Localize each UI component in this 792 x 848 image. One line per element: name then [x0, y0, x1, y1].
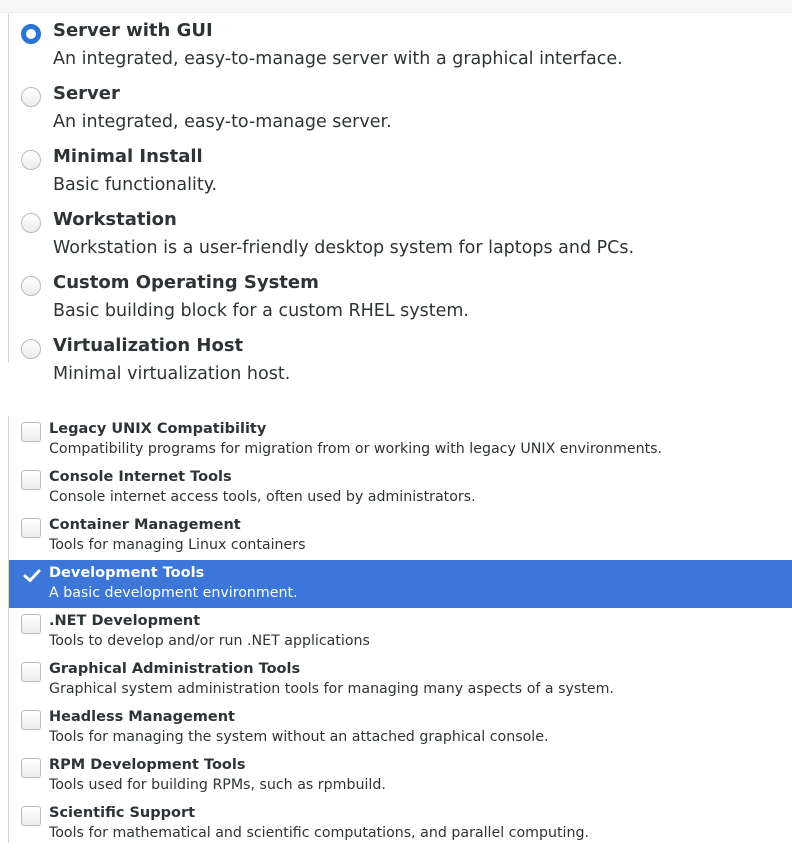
addon-description: Tools for managing Linux containers: [49, 537, 306, 553]
base-environment-list: Server with GUI An integrated, easy-to-m…: [8, 14, 779, 384]
env-title: Server: [53, 83, 120, 104]
addon-title: Console Internet Tools: [49, 469, 232, 485]
checkbox[interactable]: [21, 518, 41, 538]
addon-description: Tools for managing the system without an…: [49, 729, 549, 745]
addon-title: .NET Development: [49, 613, 201, 629]
env-title: Custom Operating System: [53, 272, 319, 293]
addon-description: Graphical system administration tools fo…: [49, 681, 614, 697]
radio-button-selected[interactable]: [21, 24, 41, 44]
checkmark-icon: [23, 569, 41, 582]
additional-software-list: Legacy UNIX Compatibility Compatibility …: [8, 416, 792, 843]
addon-description: Console internet access tools, often use…: [49, 489, 476, 505]
addon-dotnet-development[interactable]: .NET Development Tools to develop and/or…: [9, 608, 792, 656]
addon-title: Development Tools: [49, 565, 205, 581]
checkbox[interactable]: [21, 758, 41, 778]
radio-button[interactable]: [21, 213, 41, 233]
env-title: Minimal Install: [53, 146, 203, 167]
addon-title: Legacy UNIX Compatibility: [49, 421, 267, 437]
env-description: An integrated, easy-to-manage server wit…: [53, 49, 623, 69]
env-description: Basic building block for a custom RHEL s…: [53, 301, 469, 321]
addon-legacy-unix-compatibility[interactable]: Legacy UNIX Compatibility Compatibility …: [9, 416, 792, 464]
addon-title: Headless Management: [49, 709, 235, 725]
env-description: Basic functionality.: [53, 175, 218, 195]
checkbox[interactable]: [21, 470, 41, 490]
env-title: Workstation: [53, 209, 177, 230]
checkbox[interactable]: [21, 710, 41, 730]
checkbox[interactable]: [21, 806, 41, 826]
radio-button[interactable]: [21, 150, 41, 170]
addon-title: Graphical Administration Tools: [49, 661, 301, 677]
env-option-minimal-install[interactable]: Minimal Install Basic functionality.: [9, 140, 779, 200]
addon-rpm-development-tools[interactable]: RPM Development Tools Tools used for bui…: [9, 752, 792, 800]
addon-development-tools[interactable]: Development Tools A basic development en…: [9, 560, 792, 608]
env-description: An integrated, easy-to-manage server.: [53, 112, 392, 132]
addon-headless-management[interactable]: Headless Management Tools for managing t…: [9, 704, 792, 752]
addon-description: Tools used for building RPMs, such as rp…: [49, 777, 386, 793]
addon-container-management[interactable]: Container Management Tools for managing …: [9, 512, 792, 560]
env-option-virtualization-host[interactable]: Virtualization Host Minimal virtualizati…: [9, 329, 779, 389]
addon-description: Tools for mathematical and scientific co…: [49, 825, 589, 841]
radio-button[interactable]: [21, 276, 41, 296]
addon-title: Scientific Support: [49, 805, 196, 821]
env-title: Virtualization Host: [53, 335, 244, 356]
radio-button[interactable]: [21, 339, 41, 359]
checkbox[interactable]: [21, 422, 41, 442]
env-description: Minimal virtualization host.: [53, 364, 291, 384]
addon-description: Compatibility programs for migration fro…: [49, 441, 663, 457]
addon-scientific-support[interactable]: Scientific Support Tools for mathematica…: [9, 800, 792, 848]
addon-title: RPM Development Tools: [49, 757, 246, 773]
env-option-server-with-gui[interactable]: Server with GUI An integrated, easy-to-m…: [9, 14, 779, 74]
checkbox[interactable]: [21, 614, 41, 634]
top-strip: [0, 0, 792, 13]
addon-console-internet-tools[interactable]: Console Internet Tools Console internet …: [9, 464, 792, 512]
env-option-custom-operating-system[interactable]: Custom Operating System Basic building b…: [9, 266, 779, 326]
env-option-server[interactable]: Server An integrated, easy-to-manage ser…: [9, 77, 779, 137]
checkbox[interactable]: [21, 662, 41, 682]
addon-graphical-administration-tools[interactable]: Graphical Administration Tools Graphical…: [9, 656, 792, 704]
env-option-workstation[interactable]: Workstation Workstation is a user-friend…: [9, 203, 779, 263]
env-title: Server with GUI: [53, 20, 213, 41]
radio-button[interactable]: [21, 87, 41, 107]
addon-title: Container Management: [49, 517, 241, 533]
addon-description: Tools to develop and/or run .NET applica…: [49, 633, 370, 649]
env-description: Workstation is a user-friendly desktop s…: [53, 238, 635, 258]
addon-description: A basic development environment.: [49, 585, 298, 601]
